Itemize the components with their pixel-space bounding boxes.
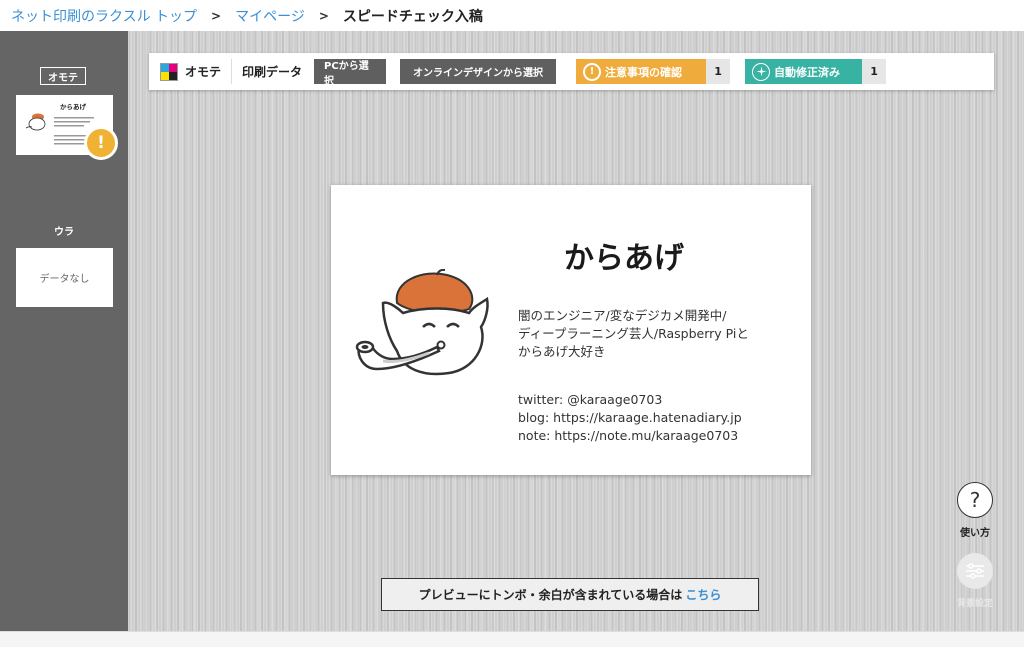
auto-fixed-button[interactable]: 自動修正済み: [745, 59, 863, 84]
print-data-label: 印刷データ: [242, 65, 303, 79]
card-contact-links: twitter: @karaage0703 blog: https://kara…: [518, 391, 798, 445]
card-description-line: ディープラーニング芸人/Raspberry Piと: [518, 326, 749, 341]
print-data-toolbar: オモテ 印刷データ PCから選択 オンラインデザインから選択 ! 注意事項の確認…: [149, 53, 994, 90]
breadcrumb: ネット印刷のラクスル トップ > マイページ > スピードチェック入稿: [0, 0, 1024, 31]
trim-marks-notice: プレビューにトンボ・余白が含まれている場合は こちら: [381, 578, 759, 611]
front-side-label: オモテ: [40, 67, 86, 85]
mascot-illustration: [355, 269, 489, 376]
notice-text: プレビューにトンボ・余白が含まれている場合は: [418, 588, 683, 602]
speed-check-page: ネット印刷のラクスル トップ > マイページ > スピードチェック入稿 オモテ …: [0, 0, 1024, 647]
auto-fixed-count-badge: 1: [862, 59, 887, 84]
preview-canvas: オモテ 印刷データ PCから選択 オンラインデザインから選択 ! 注意事項の確認…: [128, 31, 1024, 631]
card-link-twitter: twitter: @karaage0703: [518, 392, 663, 407]
page-sidebar: オモテ からあげ ! ウラ データなし: [0, 31, 128, 631]
business-card-preview: からあげ 闇のエンジニア/変なデジカメ開発中/ ディープラーニング芸人/Rasp…: [331, 185, 811, 475]
toolbar-divider: [231, 59, 233, 84]
back-empty-text: データなし: [39, 274, 90, 285]
sparkle-icon: [752, 62, 771, 81]
back-thumbnail[interactable]: データなし: [16, 248, 113, 307]
breadcrumb-link-top[interactable]: ネット印刷のラクスル トップ: [11, 6, 197, 26]
card-description-line: 闇のエンジニア/変なデジカメ開発中/: [518, 308, 727, 323]
help-button[interactable]: ?: [957, 482, 993, 518]
question-icon: ?: [969, 488, 981, 512]
back-side-label: ウラ: [54, 227, 74, 238]
card-description: 闇のエンジニア/変なデジカメ開発中/ ディープラーニング芸人/Raspberry…: [518, 307, 798, 361]
breadcrumb-current: スピードチェック入稿: [342, 8, 483, 25]
exclamation-icon: !: [583, 62, 602, 81]
sliders-icon: [966, 563, 984, 579]
warning-check-label: 注意事項の確認: [605, 65, 683, 79]
cmyk-icon: [160, 62, 178, 81]
breadcrumb-link-mypage[interactable]: マイページ: [235, 6, 305, 26]
online-design-select-button[interactable]: オンラインデザインから選択: [400, 59, 557, 84]
breadcrumb-separator: >: [318, 8, 329, 23]
warning-count-badge: 1: [706, 59, 731, 84]
background-settings-label: 背景設定: [956, 599, 993, 609]
warning-check-button[interactable]: ! 注意事項の確認: [576, 59, 707, 84]
pc-select-button[interactable]: PCから選択: [314, 59, 387, 87]
front-warning-icon: !: [84, 126, 118, 160]
bottom-bar: [0, 631, 1024, 647]
card-link-blog: blog: https://karaage.hatenadiary.jp: [518, 410, 742, 425]
card-description-line: からあげ大好き: [518, 344, 606, 359]
notice-link[interactable]: こちら: [685, 586, 721, 603]
breadcrumb-separator: >: [211, 8, 222, 23]
auto-fixed-label: 自動修正済み: [774, 65, 841, 79]
thumb-card-name: からあげ: [60, 102, 87, 111]
toolbar-side-name: オモテ: [185, 65, 222, 79]
help-label: 使い方: [960, 528, 990, 539]
background-settings-button[interactable]: [957, 553, 993, 589]
card-link-note: note: https://note.mu/karaage0703: [518, 428, 739, 443]
